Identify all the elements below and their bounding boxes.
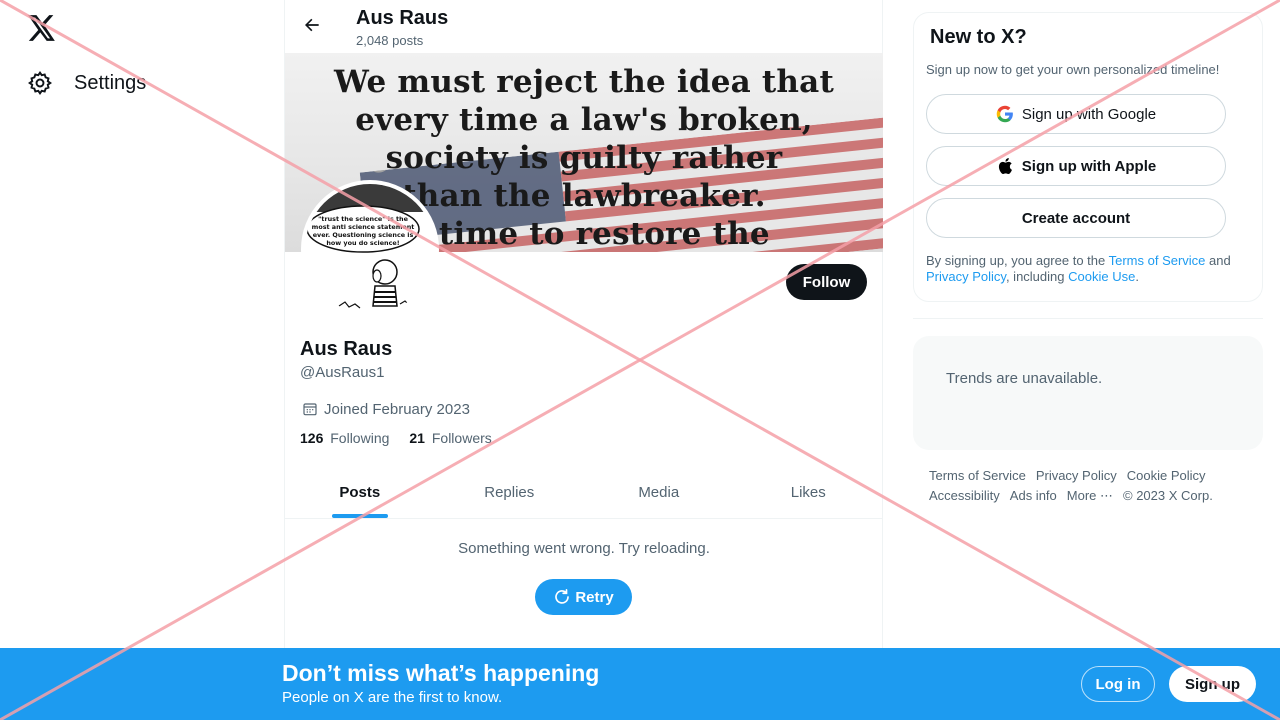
- footer-ads-link[interactable]: Ads info: [1010, 486, 1057, 506]
- active-tab-indicator: [331, 514, 388, 518]
- trends-panel: Trends are unavailable.: [913, 336, 1263, 450]
- joined-date: Joined February 2023: [301, 400, 470, 418]
- joined-text: Joined February 2023: [324, 400, 470, 418]
- bottom-bar-title: Don’t miss what’s happening: [282, 660, 600, 686]
- profile-column: Aus Raus 2,048 posts We must reject the …: [284, 0, 883, 720]
- sidebar-divider: [913, 318, 1263, 319]
- quote-line: society is guilty rather: [385, 140, 783, 176]
- back-button[interactable]: [297, 12, 327, 42]
- follow-button[interactable]: Follow: [786, 264, 867, 300]
- bubble-line: most anti science statement: [312, 223, 415, 231]
- profile-tabs: Posts Replies Media Likes: [285, 466, 883, 519]
- signup-apple-label: Sign up with Apple: [1021, 157, 1157, 175]
- bubble-line: ever. Questioning science is: [313, 231, 414, 239]
- following-label: Following: [330, 430, 390, 446]
- terms-of-service-link[interactable]: Terms of Service: [1109, 253, 1206, 268]
- tab-likes[interactable]: Likes: [734, 466, 884, 518]
- terms-including: , including: [1005, 269, 1069, 284]
- signup-terms: By signing up, you agree to the Terms of…: [926, 253, 1246, 285]
- signup-google-label: Sign up with Google: [1021, 105, 1157, 123]
- avatar[interactable]: "trust the science" is the most anti sci…: [301, 180, 439, 318]
- apple-icon: [996, 157, 1014, 175]
- tab-replies[interactable]: Replies: [435, 466, 585, 518]
- followers-label: Followers: [431, 430, 492, 446]
- footer-links: Terms of Service Privacy Policy Cookie Pol…: [929, 466, 1249, 506]
- footer-cookie-link[interactable]: Cookie Policy: [1127, 466, 1206, 486]
- tab-posts[interactable]: Posts: [285, 466, 435, 518]
- privacy-policy-link[interactable]: Privacy Policy: [926, 269, 1006, 284]
- bubble-line: how you do science!: [326, 239, 399, 247]
- feed-error-message: Something went wrong. Try reloading.: [458, 540, 710, 557]
- nav-settings[interactable]: Settings: [26, 66, 146, 100]
- followers-count: 21: [409, 430, 425, 446]
- footer-privacy-link[interactable]: Privacy Policy: [1036, 466, 1117, 486]
- footer-copyright: © 2023 X Corp.: [1123, 488, 1213, 503]
- tab-label: Posts: [339, 483, 381, 501]
- footer-accessibility-link[interactable]: Accessibility: [929, 486, 1000, 506]
- tab-label: Likes: [790, 483, 826, 501]
- x-logo-icon[interactable]: [26, 12, 58, 44]
- footer-more-link[interactable]: More ⋯: [1067, 486, 1113, 506]
- tab-media[interactable]: Media: [584, 466, 734, 518]
- following-count: 126: [300, 430, 324, 446]
- cookie-use-link[interactable]: Cookie Use: [1068, 269, 1135, 284]
- retry-label: Retry: [575, 588, 614, 606]
- retry-button[interactable]: Retry: [535, 579, 632, 615]
- terms-and: and: [1205, 253, 1231, 268]
- google-icon: [996, 105, 1014, 123]
- login-button[interactable]: Log in: [1081, 666, 1155, 702]
- signup-button[interactable]: Sign up: [1169, 666, 1256, 702]
- tab-label: Media: [638, 483, 680, 501]
- create-account-label: Create account: [1021, 209, 1131, 227]
- settings-label: Settings: [74, 71, 147, 94]
- signup-card: New to X? Sign up now to get your own pe…: [913, 12, 1263, 302]
- header-name: Aus Raus: [356, 7, 449, 29]
- trends-unavailable-text: Trends are unavailable.: [946, 370, 1103, 387]
- footer-terms-link[interactable]: Terms of Service: [929, 466, 1026, 486]
- left-nav: Settings: [0, 0, 284, 720]
- terms-end: .: [1135, 269, 1139, 284]
- following-link[interactable]: 126 Following: [300, 430, 389, 446]
- back-arrow-icon: [302, 15, 322, 40]
- bubble-line: "trust the science" is the: [318, 215, 408, 223]
- signup-title: New to X?: [930, 26, 1027, 48]
- tab-label: Replies: [484, 483, 535, 501]
- terms-prefix: By signing up, you agree to the: [926, 253, 1109, 268]
- signup-subtitle: Sign up now to get your own personalized…: [926, 62, 1220, 77]
- gear-icon: [26, 69, 54, 97]
- follow-stats: 126 Following 21 Followers: [300, 430, 512, 446]
- header-post-count: 2,048 posts: [356, 33, 424, 48]
- signup-apple-button[interactable]: Sign up with Apple: [926, 146, 1226, 186]
- bottom-bar-subtitle: People on X are the first to know.: [282, 689, 503, 706]
- profile-header-bar: Aus Raus 2,048 posts: [285, 0, 883, 53]
- followers-link[interactable]: 21 Followers: [409, 430, 491, 446]
- signup-bottom-bar: Don’t miss what’s happening People on X …: [0, 648, 1280, 720]
- profile-name: Aus Raus: [300, 338, 393, 360]
- profile-handle: @AusRaus1: [300, 364, 385, 381]
- calendar-icon: [301, 400, 319, 418]
- quote-line: every time a law's broken,: [355, 102, 813, 138]
- retry-icon: [553, 588, 571, 606]
- right-sidebar: New to X? Sign up now to get your own pe…: [913, 0, 1263, 648]
- quote-line: We must reject the idea that: [334, 64, 834, 100]
- signup-google-button[interactable]: Sign up with Google: [926, 94, 1226, 134]
- create-account-button[interactable]: Create account: [926, 198, 1226, 238]
